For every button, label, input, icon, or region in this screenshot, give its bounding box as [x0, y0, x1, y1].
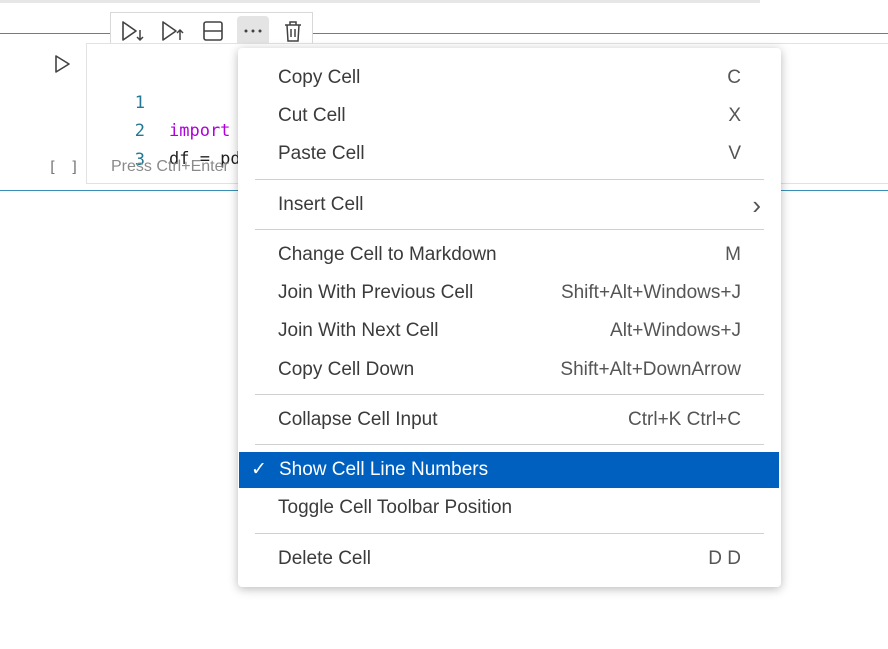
menu-item-paste-cell[interactable]: Paste Cell V	[238, 136, 781, 172]
menu-item-join-next[interactable]: Join With Next Cell Alt+Windows+J	[238, 313, 781, 349]
menu-item-change-to-markdown[interactable]: Change Cell to Markdown M	[238, 237, 781, 273]
menu-item-shortcut: D D	[708, 548, 741, 569]
menu-item-delete-cell[interactable]: Delete Cell D D	[238, 541, 781, 577]
delete-cell-button[interactable]	[277, 16, 309, 46]
menu-item-shortcut: Ctrl+K Ctrl+C	[628, 409, 741, 430]
split-cell-button[interactable]	[197, 16, 229, 46]
editor-hint: Press Ctrl+Enter	[111, 158, 229, 175]
menu-item-shortcut: X	[728, 105, 741, 126]
menu-item-shortcut: V	[728, 143, 741, 164]
chevron-right-icon: ›	[752, 189, 761, 220]
more-actions-button[interactable]	[237, 16, 269, 46]
code-keyword: import	[169, 121, 231, 141]
code-line: 1 import	[87, 61, 231, 141]
menu-item-cut-cell[interactable]: Cut Cell X	[238, 98, 781, 134]
execution-count: [ ]	[48, 158, 82, 176]
menu-item-collapse-input[interactable]: Collapse Cell Input Ctrl+K Ctrl+C	[238, 402, 781, 438]
menu-item-show-line-numbers[interactable]: ✓ Show Cell Line Numbers	[239, 452, 779, 488]
code-line: 3	[87, 118, 145, 170]
run-above-icon	[162, 21, 184, 41]
menu-item-label: Copy Cell	[278, 67, 361, 88]
menu-separator	[255, 533, 764, 534]
more-actions-icon	[244, 29, 262, 33]
menu-separator	[255, 229, 764, 230]
checkmark-icon: ✓	[251, 459, 267, 480]
menu-item-copy-cell-down[interactable]: Copy Cell Down Shift+Alt+DownArrow	[238, 352, 781, 388]
menu-item-join-previous[interactable]: Join With Previous Cell Shift+Alt+Window…	[238, 275, 781, 311]
menu-item-copy-cell[interactable]: Copy Cell C	[238, 60, 781, 96]
menu-item-label: Copy Cell Down	[278, 359, 415, 380]
menu-item-shortcut: Shift+Alt+DownArrow	[560, 359, 741, 380]
menu-separator	[255, 394, 764, 395]
menu-item-shortcut: C	[727, 67, 741, 88]
top-scrollbar[interactable]	[0, 0, 760, 3]
menu-item-label: Change Cell to Markdown	[278, 244, 497, 265]
menu-item-label: Join With Previous Cell	[278, 282, 474, 303]
menu-item-insert-cell[interactable]: Insert Cell ›	[238, 187, 781, 223]
menu-item-shortcut: Alt+Windows+J	[610, 320, 741, 341]
menu-item-shortcut: Shift+Alt+Windows+J	[560, 282, 741, 303]
menu-item-label: Join With Next Cell	[278, 320, 439, 341]
run-below-icon	[122, 21, 144, 42]
menu-item-shortcut: M	[725, 244, 741, 265]
run-above-button[interactable]	[157, 16, 189, 46]
menu-item-label: Show Cell Line Numbers	[279, 459, 489, 480]
menu-separator	[255, 179, 764, 180]
menu-item-label: Delete Cell	[278, 548, 371, 569]
run-below-button[interactable]	[117, 16, 149, 46]
menu-item-label: Insert Cell	[278, 194, 364, 215]
menu-item-label: Cut Cell	[278, 105, 346, 126]
menu-item-label: Collapse Cell Input	[278, 409, 438, 430]
run-cell-button[interactable]	[50, 52, 74, 76]
cell-context-menu: Copy Cell C Cut Cell X Paste Cell V Inse…	[238, 48, 781, 587]
menu-separator	[255, 444, 764, 445]
trash-icon	[285, 21, 301, 42]
menu-item-label: Toggle Cell Toolbar Position	[278, 497, 513, 518]
code-line: 2 df = pd	[87, 89, 241, 169]
split-cell-icon	[203, 21, 223, 41]
play-icon	[55, 55, 70, 73]
menu-item-toggle-toolbar-position[interactable]: Toggle Cell Toolbar Position	[238, 490, 781, 526]
menu-item-label: Paste Cell	[278, 143, 365, 164]
